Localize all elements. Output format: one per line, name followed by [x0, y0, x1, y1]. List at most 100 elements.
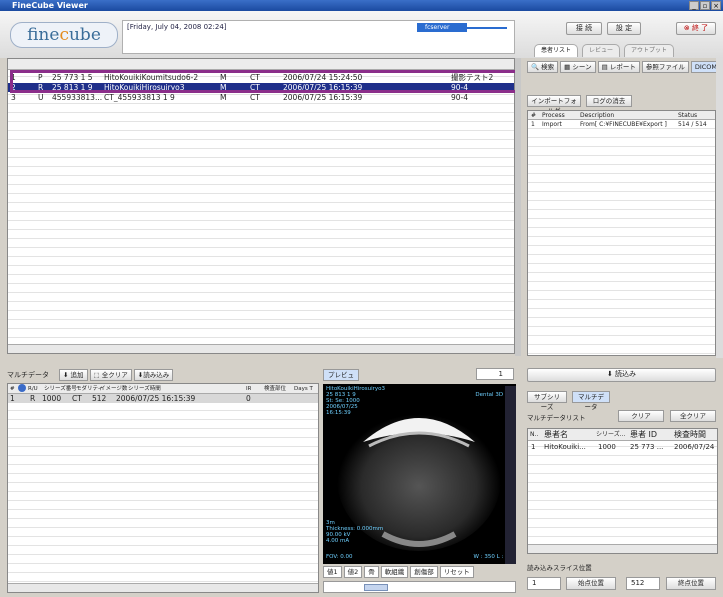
- slider-thumb[interactable]: [364, 584, 388, 591]
- table-row[interactable]: 3 U 455933813... CT_455933813 1 9 M CT 2…: [8, 93, 514, 102]
- load-button[interactable]: ⬇ 読込み: [527, 368, 716, 382]
- col-header: 検査部位: [264, 386, 287, 392]
- col-header: シリーズ時間: [128, 386, 161, 392]
- col-header: 患者名: [544, 430, 568, 439]
- tab-review[interactable]: レビュー: [582, 44, 621, 57]
- import-log-header: # Process Description Status: [528, 111, 715, 120]
- read-button[interactable]: ⬇読み込み: [133, 369, 174, 381]
- description: From[ C:¥FINECUBE¥Export ]: [580, 121, 667, 128]
- col-header: #: [531, 112, 537, 119]
- server-indicator: fcserver: [417, 23, 513, 33]
- highlight-box: [10, 70, 518, 93]
- window-title-bar: FineCube Viewer: [0, 0, 723, 11]
- multi-table-header: # R/U シリーズ番号 モダリティ イメージ数 シリーズ時間 IR 検査部位 …: [8, 384, 318, 394]
- right-scrollbar[interactable]: [716, 58, 723, 358]
- server-name: fcserver: [417, 23, 467, 32]
- clear-all-list-button[interactable]: 全クリア: [670, 410, 716, 422]
- splitter[interactable]: [515, 58, 521, 356]
- exit-button[interactable]: ⊗ 終 了: [676, 22, 716, 35]
- clear-all-button[interactable]: ⬚ 全クリア: [89, 369, 132, 381]
- window-preset-bar: 値1 値2 骨 軟組織 創傷部 リセット: [323, 566, 474, 578]
- report-icon: ▤: [601, 63, 608, 71]
- multidata-list-table: N.. 患者名 シリーズ... 患者 ID 検査時間 1 HitoKouiki.…: [527, 428, 718, 554]
- add-label: 追加: [70, 371, 84, 379]
- report-label: レポート: [609, 63, 636, 71]
- col-header: Process: [542, 112, 565, 119]
- reset-button[interactable]: リセット: [439, 566, 474, 578]
- preset-value2-button[interactable]: 値2: [343, 566, 363, 578]
- read-label: 読み込み: [143, 371, 170, 379]
- ref-file-button[interactable]: 参照ファイル: [641, 61, 689, 73]
- multi-toolbar: マルチデータ ⬇ 追加 ⬚ 全クリア ⬇読み込み: [7, 369, 174, 381]
- exit-label: 終 了: [691, 24, 709, 32]
- patient-id: 25 773 ...: [630, 443, 664, 451]
- clear-log-button[interactable]: ログの消去: [586, 95, 632, 107]
- patient-table-scrollbar[interactable]: [8, 344, 514, 353]
- tab-subseries[interactable]: サブシリーズ: [527, 391, 567, 411]
- preset-value1-button[interactable]: 値1: [323, 566, 342, 578]
- search-button[interactable]: 🔍 検索: [527, 61, 559, 73]
- multidata-list-scrollbar[interactable]: [528, 544, 717, 553]
- image-count: 512: [92, 394, 107, 403]
- multi-table-scrollbar[interactable]: [8, 583, 318, 592]
- overlay-top-left: HitoKouikiHirosuiryo3 25 813 1 9 St: Se:…: [326, 386, 385, 416]
- window-controls: _ ▫ ×: [689, 1, 721, 10]
- col-header: 検査時間: [674, 430, 706, 439]
- clear-icon: ⬚: [93, 371, 100, 379]
- ct-preview-image[interactable]: HitoKouikiHirosuiryo3 25 813 1 9 St: Se:…: [323, 384, 516, 564]
- preset-bone-button[interactable]: 骨: [364, 566, 379, 578]
- slice-slider[interactable]: [323, 581, 516, 593]
- grid-icon: ▦: [564, 63, 571, 71]
- patient-sex: M: [220, 93, 227, 102]
- series-label: シーン: [572, 63, 592, 71]
- start-slice-input[interactable]: 1: [527, 577, 561, 590]
- patient-name: HitoKouiki...: [544, 443, 586, 451]
- table-row[interactable]: 1 Import From[ C:¥FINECUBE¥Export ] 514 …: [528, 120, 715, 129]
- overlay-line: 4.00 mA: [326, 538, 350, 544]
- page-spinner[interactable]: 1: [476, 368, 514, 380]
- col-header: #: [10, 386, 15, 392]
- col-header: Description: [580, 112, 615, 119]
- col-header: R/U: [28, 386, 38, 392]
- report-button[interactable]: ▤ レポート: [597, 61, 640, 73]
- row-number: 1: [531, 443, 536, 451]
- import-folder-button[interactable]: インポートフォルダ: [527, 95, 581, 115]
- fov-readout: FOV: 0.00: [326, 554, 353, 560]
- multidata-list-label: マルチデータリスト: [527, 414, 586, 422]
- close-icon[interactable]: ×: [711, 1, 721, 10]
- end-position-button[interactable]: 終点位置: [666, 577, 716, 590]
- search-label: 検索: [541, 63, 555, 71]
- row-flag: U: [38, 93, 44, 102]
- table-row[interactable]: 1 HitoKouiki... 1000 25 773 ... 2006/07/…: [528, 443, 717, 452]
- maximize-icon[interactable]: ▫: [700, 1, 710, 10]
- slice-scrollbar[interactable]: [505, 386, 516, 564]
- add-button[interactable]: ⬇ 追加: [59, 369, 88, 381]
- col-header: シリーズ...: [596, 431, 626, 438]
- clear-button[interactable]: クリア: [618, 410, 664, 422]
- preset-soft-tissue-button[interactable]: 軟組織: [380, 566, 409, 578]
- preset-wound-button[interactable]: 創傷部: [410, 566, 438, 578]
- preview-button[interactable]: プレビュー: [323, 369, 359, 389]
- settings-button[interactable]: 設 定: [607, 22, 641, 35]
- table-row[interactable]: 1 R 1000 CT 512 2006/07/25 16:15:39 0: [8, 394, 318, 403]
- tab-patient-list[interactable]: 患者リスト: [534, 44, 579, 57]
- minimize-icon[interactable]: _: [689, 1, 699, 10]
- connect-button[interactable]: 接 続: [566, 22, 602, 35]
- connection-line: [467, 27, 507, 29]
- study-date: 2006/07/25 16:15:39: [283, 93, 363, 102]
- series-button[interactable]: ▦ シーン: [560, 61, 596, 73]
- overlay-line: 16:15:39: [326, 410, 351, 416]
- multi-data-table: # R/U シリーズ番号 モダリティ イメージ数 シリーズ時間 IR 検査部位 …: [7, 383, 319, 593]
- tab-multidata[interactable]: マルチデータ: [572, 391, 610, 411]
- start-position-button[interactable]: 始点位置: [566, 577, 616, 590]
- main-tabs: 患者リスト レビュー アウトプット: [534, 44, 675, 57]
- col-header: イメージ数: [100, 386, 128, 392]
- col-header: N..: [530, 431, 539, 438]
- col-header: シリーズ番号: [44, 386, 77, 392]
- tab-output[interactable]: アウトプット: [624, 44, 675, 57]
- end-slice-input[interactable]: 512: [626, 577, 660, 590]
- slice-range-label: 読み込みスライス位置: [527, 564, 592, 572]
- series-time: 2006/07/25 16:15:39: [116, 394, 196, 403]
- exit-icon: ⊗: [683, 24, 690, 32]
- col-header: 患者 ID: [630, 430, 658, 439]
